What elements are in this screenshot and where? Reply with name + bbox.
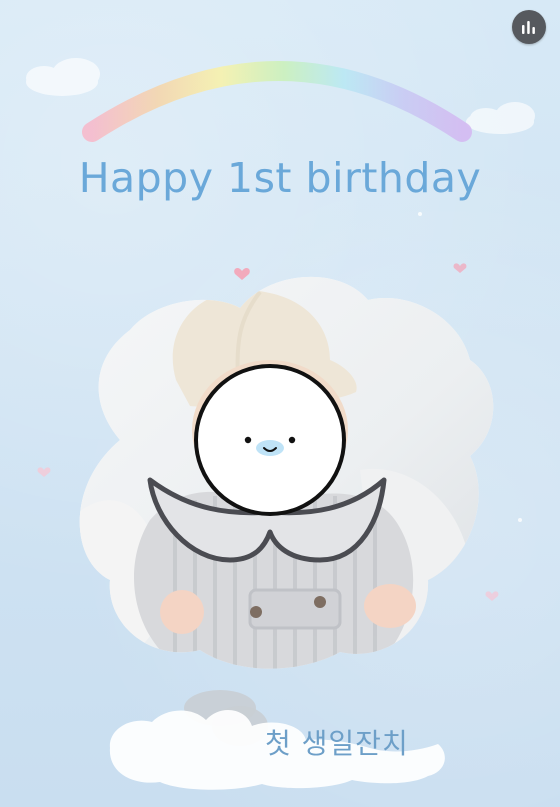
heart-icon bbox=[485, 591, 499, 601]
cloud-icon bbox=[466, 102, 535, 134]
decor-layer bbox=[26, 58, 535, 790]
cloud-icon bbox=[26, 58, 100, 96]
equalizer-icon bbox=[522, 21, 535, 34]
rainbow-icon bbox=[82, 61, 472, 142]
equalizer-button[interactable] bbox=[512, 10, 546, 44]
event-subtitle: 첫 생일잔치 bbox=[265, 727, 409, 760]
page-title: Happy 1st birthday bbox=[78, 154, 482, 202]
heart-icon bbox=[234, 267, 250, 280]
heart-icon bbox=[453, 263, 467, 273]
heart-icon bbox=[37, 467, 51, 477]
face-sticker bbox=[194, 364, 346, 516]
